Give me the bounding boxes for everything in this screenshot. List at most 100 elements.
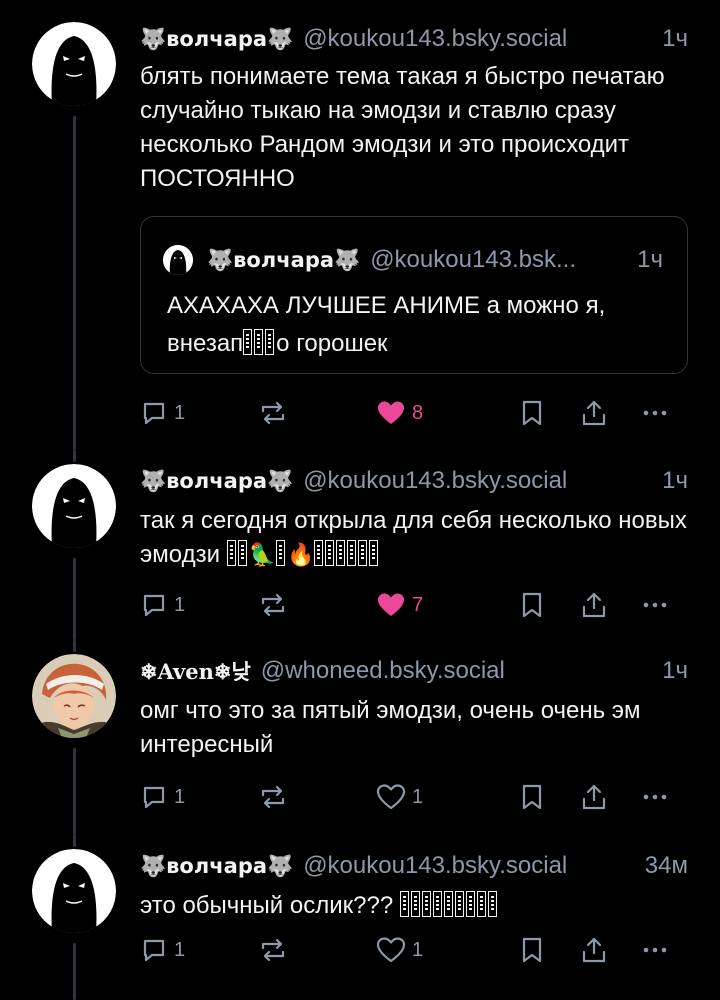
- missing-emoji-icon: [336, 540, 346, 566]
- more-button[interactable]: [640, 588, 670, 622]
- reply-icon: [143, 594, 165, 617]
- post-text: блять понимаете тема такая я быстро печа…: [140, 63, 665, 192]
- missing-emoji-icon: [237, 540, 247, 566]
- repost-button[interactable]: [258, 780, 294, 814]
- more-button[interactable]: [640, 780, 670, 814]
- heart-outline-icon: [376, 937, 406, 963]
- missing-emoji-icon: [465, 891, 475, 917]
- avatar[interactable]: [32, 849, 116, 933]
- avatar[interactable]: [32, 22, 116, 106]
- more-button[interactable]: [640, 396, 670, 430]
- post-actions: 1 1: [140, 933, 680, 967]
- post-actions: 1 8: [140, 396, 680, 430]
- post-1[interactable]: 🐺волчара🐺 @koukou143.bsky.social 1ч блят…: [0, 0, 720, 450]
- quote-display-name: 🐺волчара🐺: [207, 247, 361, 272]
- reply-icon: [143, 786, 165, 809]
- timestamp[interactable]: 34м: [645, 852, 688, 880]
- handle[interactable]: @koukou143.bsky.social: [303, 852, 633, 880]
- share-icon: [582, 592, 606, 618]
- missing-emoji-icon: [265, 329, 275, 355]
- display-name[interactable]: ❄Aven❄낮: [140, 656, 251, 686]
- reply-button[interactable]: 1: [140, 588, 185, 622]
- missing-emoji-icon: [226, 540, 236, 566]
- bookmark-icon: [522, 400, 542, 426]
- bookmark-icon: [522, 784, 542, 810]
- missing-emoji-icon: [432, 891, 442, 917]
- more-icon: [643, 947, 667, 953]
- timestamp[interactable]: 1ч: [662, 467, 688, 495]
- heart-filled-icon: [378, 593, 404, 616]
- like-button[interactable]: 7: [376, 588, 423, 622]
- post-text: омг что это за пятый эмодзи, очень очень…: [140, 697, 641, 758]
- repost-icon: [261, 938, 285, 962]
- missing-emoji-icon: [454, 891, 464, 917]
- post-3[interactable]: ❄Aven❄낮 @whoneed.bsky.social 1ч омг что …: [0, 640, 720, 835]
- missing-emoji-icon: [421, 891, 431, 917]
- reply-icon: [143, 939, 165, 962]
- post-text: так я сегодня открыла для себя несколько…: [140, 507, 687, 568]
- bookmark-button[interactable]: [520, 396, 544, 430]
- bookmark-icon: [522, 937, 542, 963]
- quote-text: АХАХАХА ЛУЧШЕЕ АНИМЕ а можно я, внезап о …: [167, 292, 606, 357]
- reply-icon: [143, 402, 165, 425]
- thread-line: [73, 943, 76, 1000]
- timestamp[interactable]: 1ч: [662, 25, 688, 53]
- share-button[interactable]: [580, 780, 608, 814]
- thread-line: [73, 640, 76, 652]
- reply-button[interactable]: 1: [140, 396, 185, 430]
- bookmark-button[interactable]: [520, 588, 544, 622]
- like-button[interactable]: 1: [376, 933, 423, 967]
- more-icon: [643, 794, 667, 800]
- missing-emoji-icon: [476, 891, 486, 917]
- missing-emoji-icon: [314, 540, 324, 566]
- like-button[interactable]: 1: [376, 780, 423, 814]
- post-4[interactable]: 🐺волчара🐺 @koukou143.bsky.social 34м это…: [0, 835, 720, 1000]
- share-button[interactable]: [580, 396, 608, 430]
- share-button[interactable]: [580, 933, 608, 967]
- quote-post[interactable]: 🐺волчара🐺 @koukou143.bsk... 1ч АХАХАХА Л…: [140, 216, 688, 374]
- missing-emoji-icon: [325, 540, 335, 566]
- more-icon: [643, 602, 667, 608]
- handle[interactable]: @koukou143.bsky.social: [303, 25, 650, 53]
- share-icon: [582, 784, 606, 810]
- more-icon: [643, 410, 667, 416]
- post-actions: 1 1: [140, 780, 680, 814]
- missing-emoji-icon: [358, 540, 368, 566]
- thread-line: [73, 116, 76, 450]
- repost-button[interactable]: [258, 933, 294, 967]
- quote-avatar: [163, 245, 193, 275]
- missing-emoji-icon: [487, 891, 497, 917]
- bookmark-button[interactable]: [520, 780, 544, 814]
- display-name[interactable]: 🐺волчара🐺: [140, 27, 293, 52]
- post-2[interactable]: 🐺волчара🐺 @koukou143.bsky.social 1ч так …: [0, 450, 720, 640]
- missing-emoji-icon: [399, 891, 409, 917]
- handle[interactable]: @whoneed.bsky.social: [261, 657, 650, 685]
- share-icon: [582, 937, 606, 963]
- repost-button[interactable]: [258, 588, 294, 622]
- thread-line: [73, 835, 76, 847]
- quote-handle: @koukou143.bsk...: [370, 246, 577, 273]
- thread-line: [73, 558, 76, 640]
- parrot-emoji: 🦜: [248, 543, 277, 568]
- quote-timestamp: 1ч: [637, 246, 663, 273]
- heart-filled-icon: [378, 401, 404, 424]
- post-text: это обычный ослик???: [140, 889, 692, 923]
- share-button[interactable]: [580, 588, 608, 622]
- repost-icon: [261, 785, 285, 809]
- like-button[interactable]: 8: [376, 396, 423, 430]
- repost-button[interactable]: [258, 396, 294, 430]
- reply-button[interactable]: 1: [140, 933, 185, 967]
- handle[interactable]: @koukou143.bsky.social: [303, 467, 650, 495]
- timestamp[interactable]: 1ч: [662, 657, 688, 685]
- repost-icon: [261, 593, 285, 617]
- more-button[interactable]: [640, 933, 670, 967]
- avatar[interactable]: [32, 464, 116, 548]
- bookmark-button[interactable]: [520, 933, 544, 967]
- avatar[interactable]: [32, 654, 116, 738]
- share-icon: [582, 400, 606, 426]
- repost-icon: [261, 401, 285, 425]
- display-name[interactable]: 🐺волчара🐺: [140, 469, 293, 494]
- thread-line: [73, 450, 76, 462]
- display-name[interactable]: 🐺волчара🐺: [140, 854, 293, 879]
- reply-button[interactable]: 1: [140, 780, 185, 814]
